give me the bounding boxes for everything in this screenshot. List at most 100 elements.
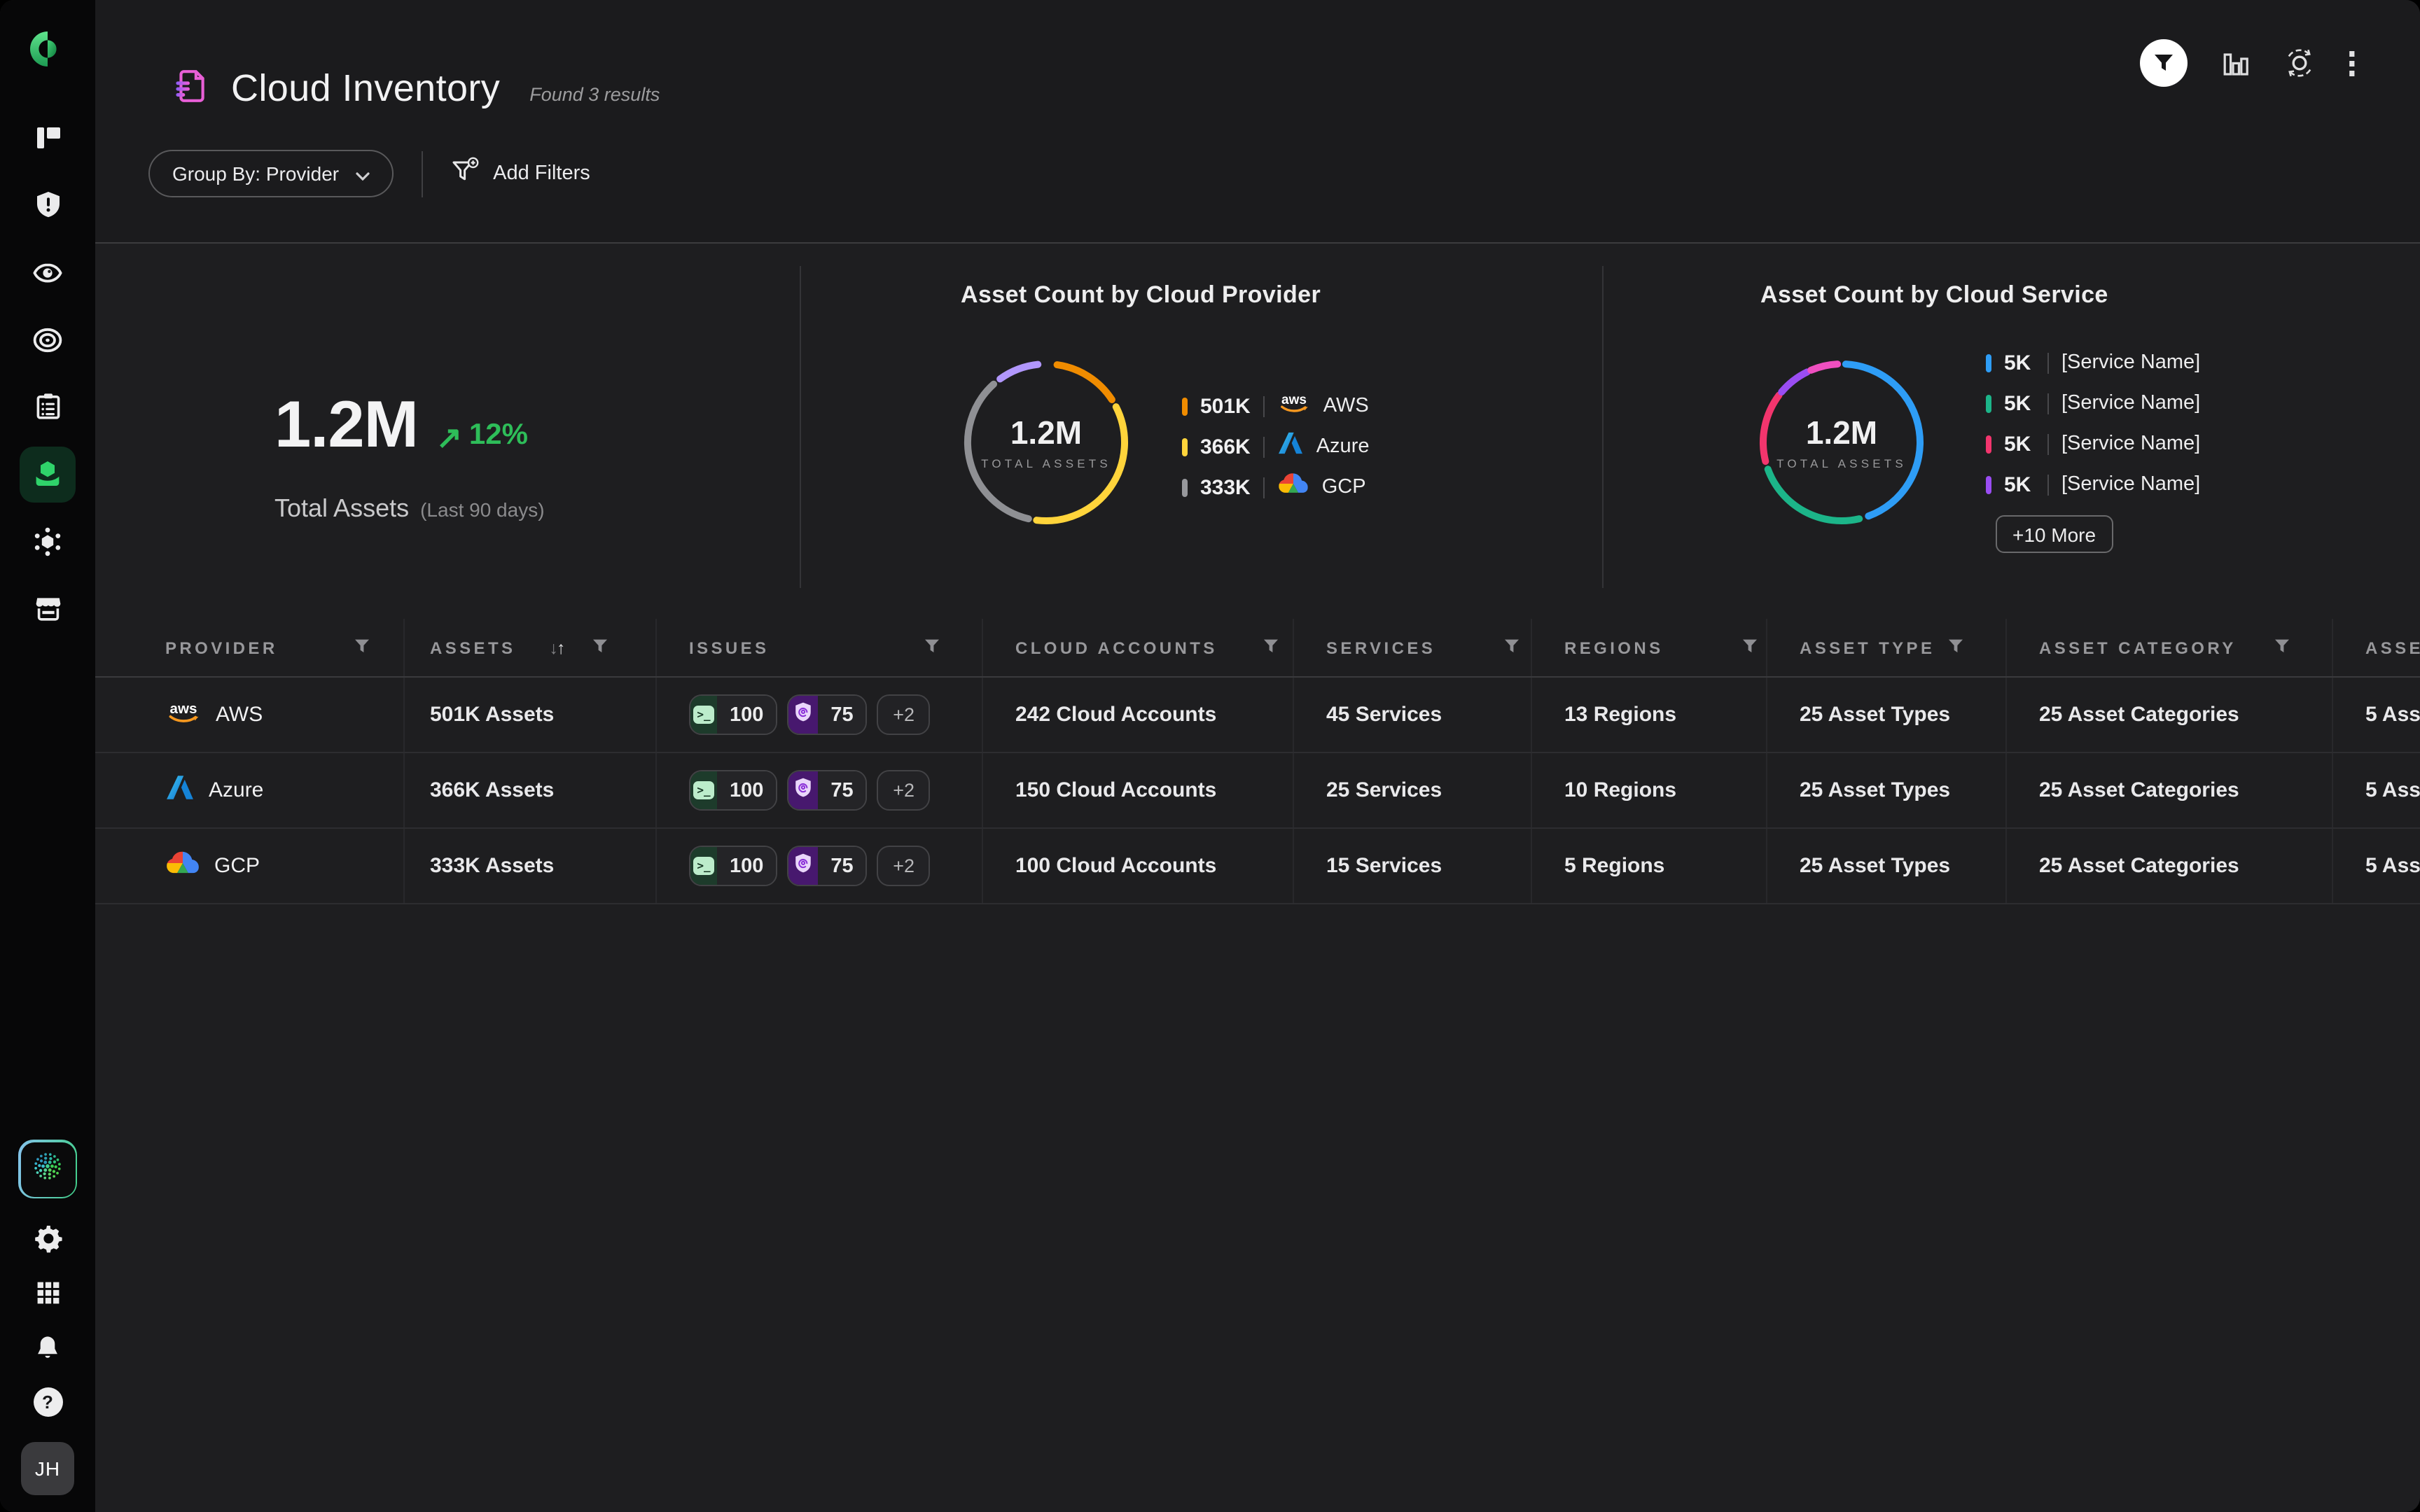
column-header-regions[interactable]: REGIONS (1532, 619, 1767, 676)
provider-cell: GCP (165, 829, 405, 903)
column-header-services[interactable]: SERVICES (1294, 619, 1532, 676)
legend-item[interactable]: 5K [Service Name] (1986, 349, 2200, 377)
sidebar-item-inventory[interactable] (20, 446, 76, 502)
column-header-provider[interactable]: PROVIDER (165, 619, 405, 676)
shield-score-chip[interactable]: 75 (787, 694, 867, 735)
legend-item[interactable]: 333K GCP (1182, 473, 1370, 501)
arrow-up-right-icon: ↗ (436, 424, 462, 452)
more-issues-chip[interactable]: +2 (877, 694, 931, 735)
column-header-cloud-accounts[interactable]: CLOUD ACCOUNTS (983, 619, 1294, 676)
legend-tick (1986, 435, 1991, 453)
sidebar-item-compliance[interactable] (33, 392, 62, 421)
legend-item[interactable]: 366K Azure (1182, 433, 1370, 461)
terminal-icon: >_ (693, 857, 714, 875)
bug-network-icon (32, 526, 63, 557)
legend-value: 5K (2004, 472, 2035, 496)
legend-tick (1182, 478, 1188, 496)
refresh-button[interactable] (2284, 48, 2315, 78)
shield-score-chip[interactable]: 75 (787, 846, 867, 886)
orca-logo-icon[interactable] (29, 31, 66, 67)
filter-funnel-icon[interactable] (592, 638, 607, 657)
sidebar-item-help[interactable]: ? (33, 1387, 62, 1417)
legend-value: 366K (1200, 435, 1251, 458)
column-header-asset-category[interactable]: ASSET CATEGORY (2007, 619, 2333, 676)
filter-funnel-icon[interactable] (1263, 638, 1279, 657)
table-row[interactable]: GCP 333K Assets >_ 100 75 +2 (95, 829, 2420, 904)
legend-item[interactable]: 5K [Service Name] (1986, 389, 2200, 417)
sidebar-item-radar[interactable] (32, 325, 63, 354)
more-services-button[interactable]: +10 More (1996, 515, 2113, 553)
terminal-icon: >_ (693, 706, 714, 724)
column-header-clipped[interactable]: ASSE (2333, 619, 2420, 676)
sidebar-item-apps[interactable] (34, 1278, 61, 1308)
terminal-score-chip[interactable]: >_ 100 (689, 846, 777, 886)
clipped-cell: 5 Ass (2333, 829, 2420, 903)
add-filters-button[interactable]: Add Filters (451, 157, 590, 190)
legend-separator (2047, 393, 2049, 414)
stats-band: 1.2M ↗ 12% Total Assets(Last 90 days) As… (95, 245, 2420, 619)
regions-cell: 13 Regions (1532, 678, 1767, 752)
filter-funnel-icon[interactable] (924, 638, 940, 657)
column-header-issues[interactable]: ISSUES (657, 619, 983, 676)
add-filters-label: Add Filters (493, 162, 590, 185)
cloud-accounts-cell: 150 Cloud Accounts (983, 753, 1294, 827)
legend-tick (1182, 397, 1188, 415)
filter-funnel-icon[interactable] (1504, 638, 1520, 657)
group-by-dropdown[interactable]: Group By: Provider (148, 150, 394, 197)
assets-cell: 366K Assets (405, 753, 657, 827)
sidebar-item-dashboards[interactable] (33, 123, 62, 153)
user-avatar[interactable]: JH (21, 1442, 74, 1495)
cloud-accounts-cell: 242 Cloud Accounts (983, 678, 1294, 752)
sidebar-item-notifications[interactable] (34, 1333, 62, 1362)
more-issues-chip[interactable]: +2 (877, 770, 931, 811)
legend-separator (1263, 477, 1265, 498)
legend-item[interactable]: 501K aws AWS (1182, 392, 1370, 420)
legend-value: 333K (1200, 475, 1251, 499)
sidebar-item-alerts[interactable] (33, 190, 62, 220)
filter-funnel-icon[interactable] (1742, 638, 1758, 657)
sidebar-item-visibility[interactable] (32, 258, 63, 287)
bar-chart-button[interactable] (2221, 48, 2251, 78)
asset-type-cell: 25 Asset Types (1767, 753, 2007, 827)
provider-donut-chart[interactable]: 1.2M TOTAL ASSETS (962, 358, 1130, 526)
legend-tick (1182, 438, 1188, 456)
column-header-asset-type[interactable]: ASSET TYPE (1767, 619, 2007, 676)
service-donut-chart[interactable]: 1.2M TOTAL ASSETS (1758, 358, 1926, 526)
legend-tick (1986, 354, 1991, 372)
main-content: Cloud Inventory Found 3 results (95, 0, 2420, 1512)
table-header-row: PROVIDER ASSETS ↓↑ ISSUES CLOUD ACCOUNTS (95, 619, 2420, 678)
table-row[interactable]: aws AWS 501K Assets >_ 100 75 +2 (95, 678, 2420, 753)
more-issues-chip[interactable]: +2 (877, 846, 931, 886)
sidebar-item-attack-surface[interactable] (32, 526, 63, 556)
service-chart-section: Asset Count by Cloud Service 1.2M TOTAL … (1604, 245, 2420, 619)
issues-cell: >_ 100 75 +2 (657, 753, 983, 827)
filter-funnel-icon[interactable] (354, 638, 370, 657)
sidebar-item-marketplace[interactable] (33, 594, 62, 623)
shield-score-chip[interactable]: 75 (787, 770, 867, 811)
legend-item[interactable]: 5K [Service Name] (1986, 470, 2200, 498)
svg-text:aws: aws (1281, 393, 1307, 407)
azure-logo-icon (1277, 431, 1304, 462)
sidebar-item-settings[interactable] (33, 1224, 62, 1253)
sidebar-item-ai[interactable] (18, 1140, 77, 1198)
column-header-assets[interactable]: ASSETS ↓↑ (405, 619, 657, 676)
trend-badge: ↗ 12% (436, 419, 528, 456)
legend-label: GCP (1322, 476, 1366, 498)
shield-swirl-icon (794, 701, 812, 728)
kebab-menu-button[interactable] (2349, 50, 2356, 76)
terminal-score-chip[interactable]: >_ 100 (689, 770, 777, 811)
terminal-score-chip[interactable]: >_ 100 (689, 694, 777, 735)
filter-button[interactable] (2140, 39, 2188, 87)
sort-icon[interactable]: ↓↑ (549, 638, 564, 657)
legend-label: [Service Name] (2061, 433, 2200, 455)
topbar: Cloud Inventory Found 3 results (95, 0, 2420, 244)
filter-funnel-icon[interactable] (2274, 638, 2290, 657)
assets-cell: 501K Assets (405, 678, 657, 752)
legend-item[interactable]: 5K [Service Name] (1986, 430, 2200, 458)
filter-funnel-icon[interactable] (1948, 638, 1963, 657)
legend-tick (1986, 475, 1991, 493)
provider-chart-section: Asset Count by Cloud Provider 1.2M TOTAL… (801, 245, 1602, 619)
svg-text:aws: aws (170, 701, 197, 717)
table-row[interactable]: Azure 366K Assets >_ 100 75 +2 (95, 753, 2420, 829)
services-cell: 25 Services (1294, 753, 1532, 827)
